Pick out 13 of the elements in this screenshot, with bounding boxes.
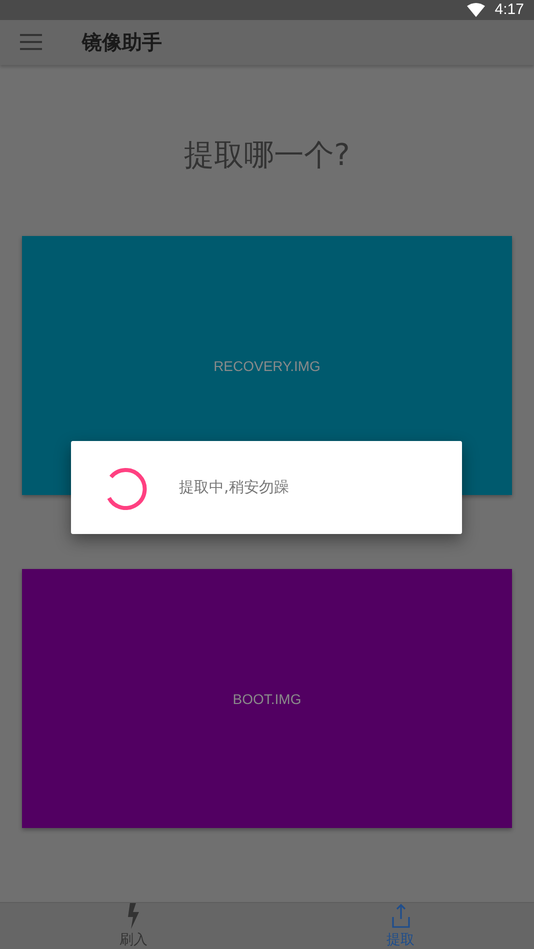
nav-tab[interactable]: 提取 bbox=[386, 903, 414, 949]
image-card[interactable]: BOOT.IMG bbox=[22, 569, 512, 828]
app-title: 镜像助手 bbox=[82, 28, 162, 56]
menu-icon[interactable] bbox=[20, 34, 42, 50]
status-time: 4:17 bbox=[494, 1, 524, 18]
card-label: BOOT.IMG bbox=[232, 690, 302, 706]
lightning-icon bbox=[126, 903, 142, 929]
card-label: RECOVERY.IMG bbox=[214, 358, 320, 374]
upload-icon bbox=[390, 903, 410, 929]
heading: 提取哪一个? bbox=[184, 137, 350, 175]
wifi-icon bbox=[466, 2, 485, 17]
nav-label: 提取 bbox=[386, 931, 414, 949]
dialog-message: 提取中,稍安勿躁 bbox=[179, 478, 289, 497]
